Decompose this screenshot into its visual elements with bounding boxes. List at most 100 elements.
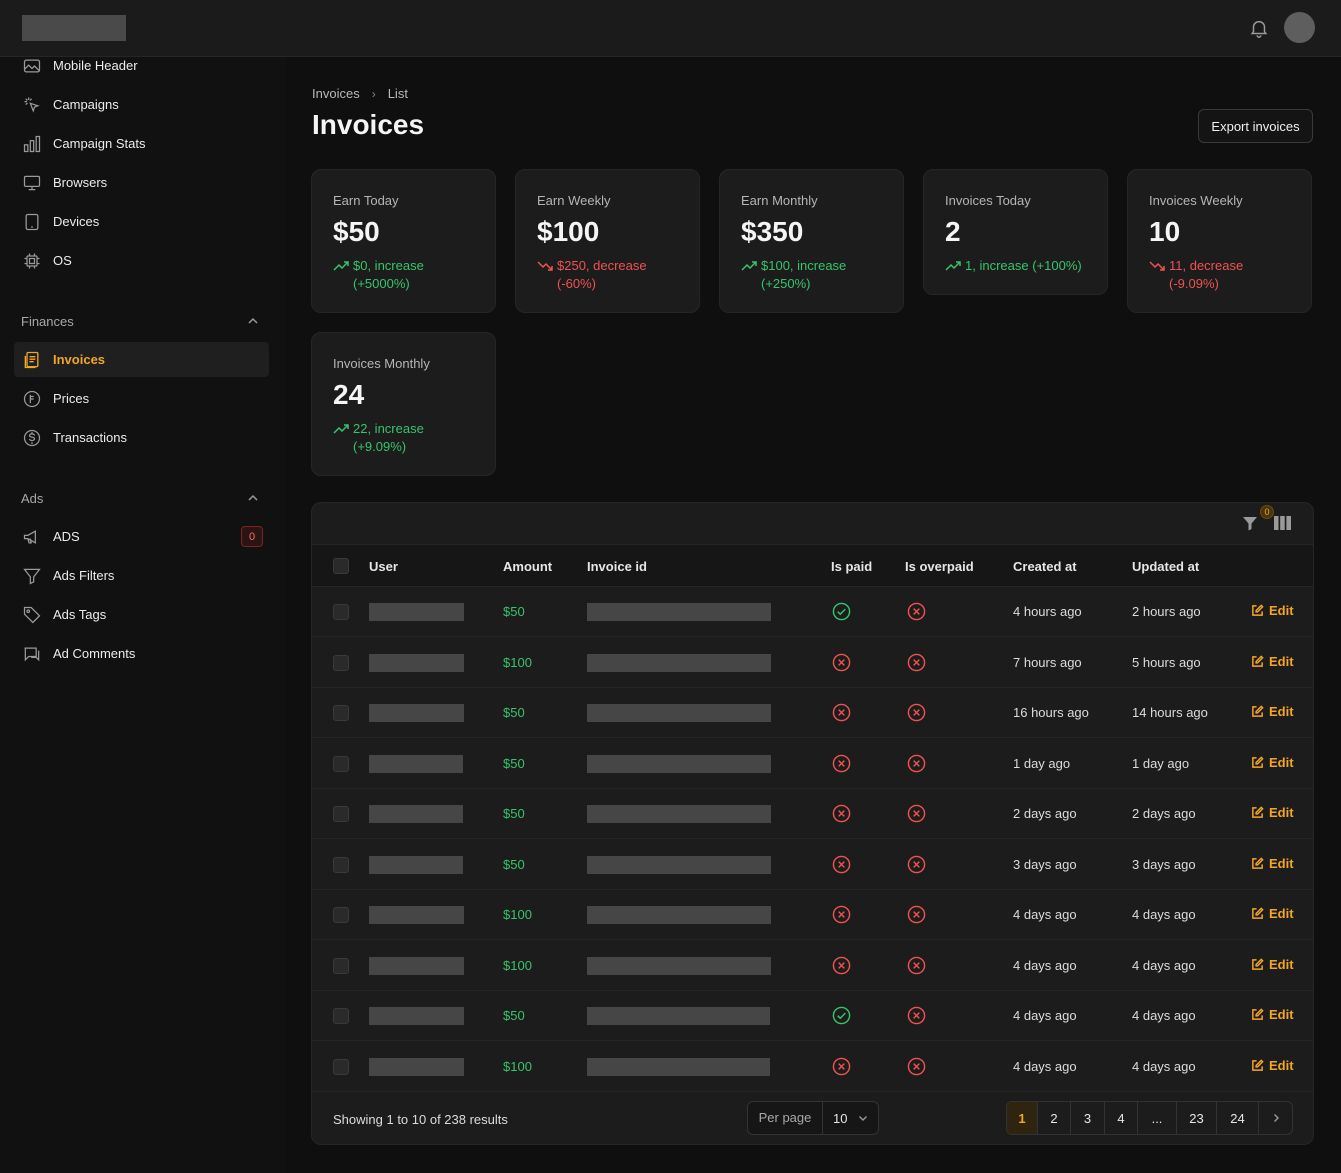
- sidebar-item-label: Prices: [53, 391, 90, 406]
- page-button-4[interactable]: 4: [1105, 1102, 1138, 1134]
- sidebar-item-campaigns[interactable]: Campaigns: [14, 87, 269, 122]
- edit-label: Edit: [1269, 956, 1294, 972]
- sidebar-item-ads-tags[interactable]: Ads Tags: [14, 597, 269, 632]
- sidebar-item-os[interactable]: OS: [14, 243, 269, 278]
- column-header-user[interactable]: User: [369, 559, 398, 574]
- edit-button[interactable]: Edit: [1251, 1058, 1294, 1073]
- column-header-is-paid[interactable]: Is paid: [831, 559, 872, 574]
- sidebar-item-browsers[interactable]: Browsers: [14, 165, 269, 200]
- trend-down-icon: [537, 261, 553, 271]
- edit-button[interactable]: Edit: [1251, 856, 1294, 871]
- chevron-right-icon: ›: [371, 86, 376, 101]
- page-button-2[interactable]: 2: [1038, 1102, 1071, 1134]
- chevron-up-icon[interactable]: [246, 491, 260, 505]
- pagination-ellipsis: ...: [1138, 1102, 1177, 1134]
- edit-icon: [1251, 856, 1264, 870]
- row-checkbox[interactable]: [333, 654, 349, 671]
- row-checkbox[interactable]: [333, 806, 349, 822]
- created-at-cell: 4 days ago: [1013, 1058, 1077, 1074]
- sidebar-item-ad-comments[interactable]: Ad Comments: [14, 636, 269, 671]
- user-redacted: [369, 805, 463, 823]
- chevron-right-icon: [1273, 1114, 1279, 1122]
- edit-button[interactable]: Edit: [1251, 755, 1294, 770]
- row-checkbox[interactable]: [333, 705, 349, 721]
- x-circle-icon: [832, 1057, 851, 1076]
- edit-label: Edit: [1269, 603, 1294, 618]
- edit-button[interactable]: Edit: [1251, 805, 1294, 820]
- filter-icon[interactable]: [1242, 515, 1258, 531]
- select-all-checkbox[interactable]: [333, 558, 349, 574]
- row-checkbox[interactable]: [333, 856, 349, 873]
- row-checkbox[interactable]: [333, 907, 349, 923]
- user-redacted: [369, 855, 463, 874]
- sidebar-item-ads-filters[interactable]: Ads Filters: [14, 558, 269, 593]
- column-header-invoice-id[interactable]: Invoice id: [587, 559, 647, 574]
- export-invoices-button[interactable]: Export invoices: [1198, 109, 1313, 143]
- sidebar-item-mobile-header[interactable]: Mobile Header: [14, 48, 269, 83]
- row-checkbox[interactable]: [333, 1058, 349, 1075]
- updated-at-cell: 2 days ago: [1132, 806, 1196, 821]
- stat-label: Earn Weekly: [537, 193, 611, 208]
- user-redacted: [369, 754, 463, 773]
- trend-up-icon: [333, 261, 349, 271]
- breadcrumb-current: List: [387, 86, 408, 101]
- column-header-updated-at[interactable]: Updated at: [1132, 559, 1199, 574]
- x-circle-icon: [832, 754, 851, 773]
- page-button-23[interactable]: 23: [1177, 1102, 1217, 1134]
- x-circle-icon: [907, 754, 926, 773]
- row-checkbox[interactable]: [333, 957, 349, 974]
- stat-trend-text: 11, decrease (-9.09%): [1169, 258, 1244, 291]
- updated-at-cell: 4 days ago: [1132, 1058, 1196, 1074]
- row-checkbox[interactable]: [333, 755, 349, 772]
- sidebar-item-invoices[interactable]: Invoices: [14, 342, 269, 377]
- edit-icon: [1251, 604, 1264, 617]
- sidebar-item-label: Ad Comments: [53, 646, 136, 661]
- x-circle-icon: [907, 703, 926, 722]
- edit-button[interactable]: Edit: [1251, 957, 1294, 972]
- stat-label: Invoices Monthly: [333, 356, 430, 371]
- row-checkbox[interactable]: [333, 604, 349, 620]
- edit-button[interactable]: Edit: [1251, 906, 1294, 921]
- tablet-icon: [21, 211, 43, 233]
- stat-card-earn-today: Earn Today $50 $0, increase (+5000%): [311, 169, 496, 313]
- column-header-amount[interactable]: Amount: [503, 559, 552, 574]
- sidebar-item-label: Browsers: [53, 175, 108, 190]
- amount-cell: $50: [503, 856, 525, 872]
- next-page-button[interactable]: [1259, 1102, 1292, 1134]
- bell-icon[interactable]: [1248, 17, 1270, 39]
- edit-icon: [1251, 654, 1264, 668]
- user-redacted: [369, 603, 464, 621]
- column-header-is-overpaid[interactable]: Is overpaid: [905, 559, 974, 574]
- user-redacted: [369, 906, 464, 924]
- created-at-cell: 1 day ago: [1013, 755, 1071, 771]
- sidebar-item-ads[interactable]: ADS: [14, 519, 269, 554]
- edit-button[interactable]: Edit: [1251, 704, 1294, 719]
- chevron-up-icon[interactable]: [246, 314, 260, 328]
- created-at-cell: 4 days ago: [1013, 957, 1077, 973]
- logo[interactable]: [22, 15, 126, 41]
- columns-icon[interactable]: [1274, 516, 1291, 530]
- column-header-created-at[interactable]: Created at: [1013, 559, 1077, 574]
- page-button-24[interactable]: 24: [1217, 1102, 1259, 1134]
- row-checkbox[interactable]: [333, 1008, 349, 1024]
- stat-trend: $100, increase (+250%): [741, 257, 891, 293]
- edit-button[interactable]: Edit: [1251, 1007, 1294, 1022]
- edit-button[interactable]: Edit: [1251, 603, 1294, 618]
- per-page-select[interactable]: Per page 10: [747, 1101, 879, 1135]
- edit-button[interactable]: Edit: [1251, 654, 1294, 669]
- sidebar-item-prices[interactable]: Prices: [14, 381, 269, 416]
- sidebar-item-devices[interactable]: Devices: [14, 204, 269, 239]
- invoice-id-redacted: [587, 603, 771, 621]
- edit-label: Edit: [1269, 653, 1294, 669]
- sidebar-item-campaign-stats[interactable]: Campaign Stats: [14, 126, 269, 161]
- invoice-id-redacted: [587, 855, 771, 874]
- breadcrumb-root[interactable]: Invoices: [312, 86, 360, 101]
- page-button-3[interactable]: 3: [1071, 1102, 1105, 1134]
- amount-cell: $100: [503, 957, 532, 973]
- avatar[interactable]: [1284, 12, 1315, 43]
- trend-up-icon: [333, 424, 349, 434]
- table-footer: Showing 1 to 10 of 238 results Per page …: [312, 1091, 1313, 1144]
- sidebar-item-transactions[interactable]: Transactions: [14, 420, 269, 455]
- page-button-1[interactable]: 1: [1007, 1102, 1038, 1134]
- invoices-table: 0 User Amount Invoice id Is paid Is over…: [311, 502, 1314, 1145]
